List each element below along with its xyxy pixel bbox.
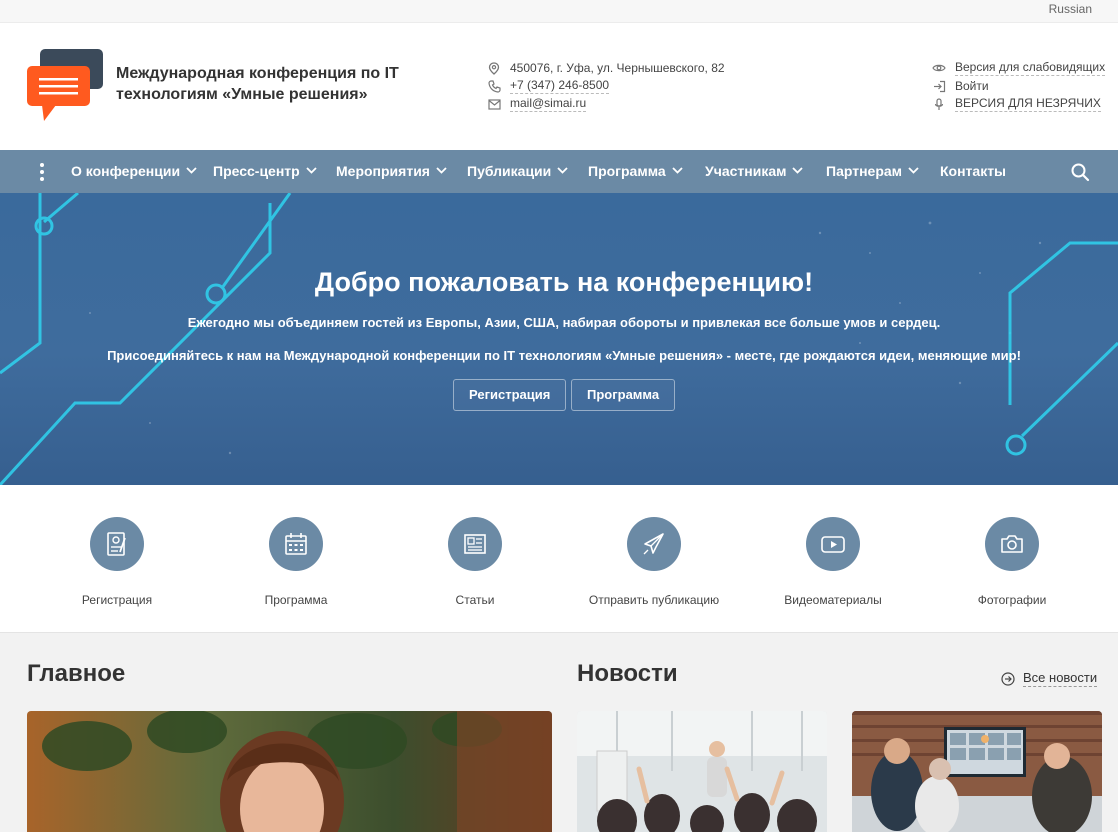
nav-item-about[interactable]: О конференции — [71, 150, 197, 193]
all-news-link[interactable]: Все новости — [1001, 670, 1098, 687]
phone-link[interactable]: +7 (347) 246-8500 — [510, 78, 610, 94]
blind-version-link[interactable]: ВЕРСИЯ ДЛЯ НЕЗРЯЧИХ — [955, 96, 1101, 112]
nav-item-label: Участникам — [705, 163, 787, 179]
hero-subtitle-2: Присоединяйтесь к нам на Международной к… — [107, 348, 1021, 363]
nav-item-label: Пресс-центр — [213, 163, 300, 179]
news-image-classroom — [577, 711, 827, 832]
nav-item-contacts[interactable]: Контакты — [940, 150, 1006, 193]
chevron-down-icon — [557, 167, 568, 175]
registration-form-icon — [90, 517, 144, 571]
address-text: 450076, г. Уфа, ул. Чернышевского, 82 — [510, 61, 725, 75]
quick-link-label: Фотографии — [977, 593, 1047, 607]
nav-item-label: Партнерам — [826, 163, 903, 179]
contact-info: 450076, г. Уфа, ул. Чернышевского, 82 +7… — [487, 59, 725, 113]
map-pin-icon — [487, 61, 501, 75]
language-switcher[interactable]: Russian — [1049, 2, 1092, 16]
chevron-down-icon — [672, 167, 683, 175]
search-icon[interactable] — [1070, 162, 1090, 182]
quick-link-label: Видеоматериалы — [784, 593, 882, 607]
main-navigation: О конференции Пресс-центр Мероприятия Пу… — [0, 150, 1118, 193]
nav-item-label: Мероприятия — [336, 163, 430, 179]
newspaper-icon — [448, 517, 502, 571]
quick-link-registration[interactable]: Регистрация — [27, 517, 207, 607]
nav-item-label: Публикации — [467, 163, 552, 179]
quick-link-videos[interactable]: Видеоматериалы — [743, 517, 923, 607]
nav-item-program[interactable]: Программа — [588, 150, 683, 193]
nav-item-participants[interactable]: Участникам — [705, 150, 804, 193]
chevron-down-icon — [306, 167, 317, 175]
top-bar: Russian — [0, 0, 1118, 23]
calendar-icon — [269, 517, 323, 571]
chevron-down-icon — [908, 167, 919, 175]
email-link[interactable]: mail@simai.ru — [510, 96, 587, 112]
hero-registration-button[interactable]: Регистрация — [453, 379, 567, 411]
chevron-down-icon — [436, 167, 447, 175]
mail-icon — [487, 97, 501, 111]
quick-link-label: Регистрация — [81, 593, 153, 607]
quick-link-label: Программа — [264, 593, 328, 607]
more-menu-icon[interactable] — [36, 163, 48, 181]
all-news-label: Все новости — [1023, 670, 1098, 687]
login-icon — [932, 79, 946, 93]
quick-link-submit-publication[interactable]: Отправить публикацию — [564, 517, 744, 607]
quick-link-label: Отправить публикацию — [588, 593, 720, 607]
arrow-circle-right-icon — [1001, 671, 1015, 686]
paper-plane-icon — [627, 517, 681, 571]
nav-item-label: Программа — [588, 163, 666, 179]
low-vision-row[interactable]: Версия для слабовидящих — [932, 59, 1106, 77]
low-vision-link[interactable]: Версия для слабовидящих — [955, 60, 1106, 76]
hero-program-button[interactable]: Программа — [571, 379, 676, 411]
quick-link-photos[interactable]: Фотографии — [922, 517, 1102, 607]
news-section-title: Новости — [577, 660, 678, 687]
quick-link-articles[interactable]: Статьи — [385, 517, 565, 607]
main-feature-image — [27, 711, 552, 832]
hero-title: Добро пожаловать на конференцию! — [314, 267, 814, 297]
email-row: mail@simai.ru — [487, 95, 725, 113]
eye-icon — [932, 61, 946, 75]
main-feature-card[interactable] — [27, 711, 552, 832]
hero-subtitle-1: Ежегодно мы объединяем гостей из Европы,… — [187, 315, 941, 330]
address-row: 450076, г. Уфа, ул. Чернышевского, 82 — [487, 59, 725, 77]
nav-item-label: О конференции — [71, 163, 181, 179]
nav-item-press-center[interactable]: Пресс-центр — [213, 150, 317, 193]
chevron-down-icon — [792, 167, 804, 175]
blind-version-row[interactable]: ВЕРСИЯ ДЛЯ НЕЗРЯЧИХ — [932, 95, 1105, 113]
login-row[interactable]: Войти — [932, 77, 1105, 95]
news-card-1[interactable] — [577, 711, 827, 832]
hero-banner: Добро пожаловать на конференцию! Ежегодн… — [0, 193, 1118, 485]
accessibility-links: Версия для слабовидящих Войти ВЕРСИЯ ДЛЯ… — [932, 59, 1106, 113]
nav-item-partners[interactable]: Партнерам — [826, 150, 919, 193]
video-play-icon — [806, 517, 860, 571]
quick-link-program[interactable]: Программа — [206, 517, 386, 607]
chevron-down-icon — [186, 167, 197, 175]
nav-item-publications[interactable]: Публикации — [467, 150, 568, 193]
site-header: Международная конференция по IT технолог… — [0, 23, 1118, 150]
phone-row: +7 (347) 246-8500 — [487, 77, 725, 95]
login-link[interactable]: Войти — [955, 79, 989, 93]
microphone-icon — [932, 97, 946, 111]
news-card-2[interactable] — [852, 711, 1102, 832]
quick-links: Регистрация Программа Статьи Отправить п… — [0, 485, 1118, 633]
phone-icon — [487, 79, 501, 93]
quick-link-label: Статьи — [455, 593, 495, 607]
camera-icon — [985, 517, 1039, 571]
nav-item-label: Контакты — [940, 163, 1007, 179]
brand-title[interactable]: Международная конференция по IT технолог… — [116, 63, 446, 105]
nav-item-events[interactable]: Мероприятия — [336, 150, 447, 193]
circuit-background — [0, 193, 1118, 485]
news-image-video-meeting — [852, 711, 1102, 832]
logo-chat-bubbles-icon[interactable] — [27, 49, 105, 123]
main-section-title: Главное — [27, 660, 126, 687]
